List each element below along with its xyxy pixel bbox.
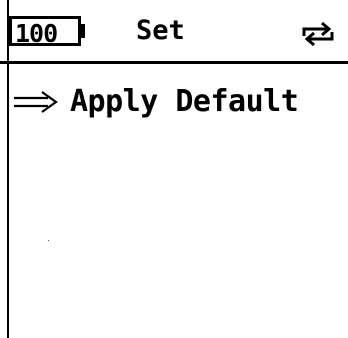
status-bar: 100 Set — [0, 0, 348, 64]
screen-speck — [48, 240, 49, 241]
screen-title: Set — [136, 15, 185, 46]
battery-body: 100 — [9, 16, 81, 48]
device-screen: 100 Set Apply Default — [0, 0, 348, 338]
menu-item-apply-default[interactable]: Apply Default — [12, 82, 299, 122]
battery-indicator: 100 — [9, 16, 85, 48]
cycle-icon[interactable] — [300, 20, 336, 48]
status-bar-divider — [0, 61, 348, 64]
battery-level-text: 100 — [15, 19, 58, 48]
menu-item-label: Apply Default — [70, 84, 299, 119]
battery-tip — [81, 24, 85, 38]
right-arrow-icon — [14, 91, 58, 113]
